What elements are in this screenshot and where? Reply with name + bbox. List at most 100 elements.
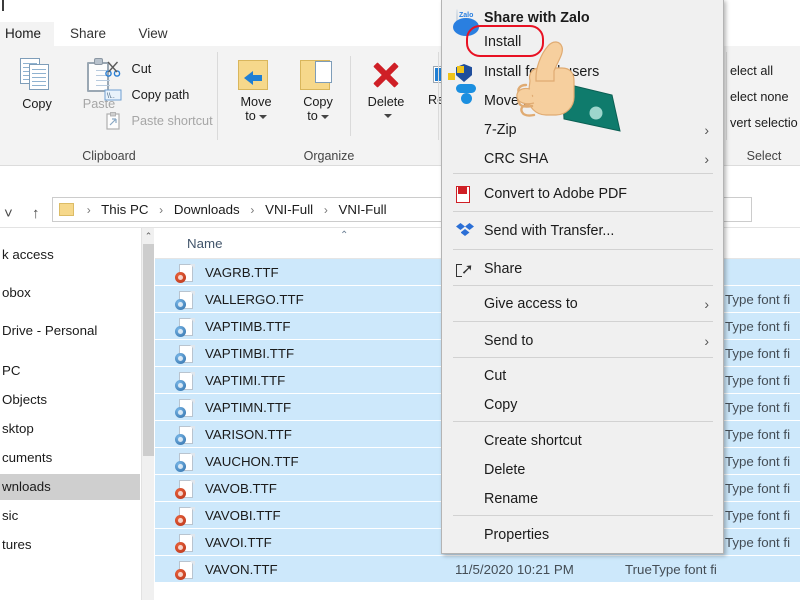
move-to-button[interactable]: Move to xyxy=(227,56,285,123)
truetype-font-file-icon xyxy=(175,345,195,364)
truetype-font-file-icon xyxy=(175,534,195,553)
menu-item-label: Properties xyxy=(484,527,550,543)
scissors-icon xyxy=(104,60,122,78)
breadcrumb-separator: › xyxy=(159,203,164,217)
file-type: Type font fi xyxy=(725,346,791,361)
arrow-up-icon[interactable]: ↑ xyxy=(32,205,40,222)
navigation-pane-scrollbar[interactable]: ⌃ xyxy=(141,228,154,600)
sidebar-item-desktop[interactable]: sktop xyxy=(0,416,140,442)
breadcrumb-item-0[interactable]: This PC xyxy=(101,202,148,217)
chevron-up-icon: ⌃ xyxy=(340,230,349,241)
tab-home[interactable]: Home xyxy=(0,22,54,46)
sidebar-item-documents[interactable]: cuments xyxy=(0,445,140,471)
file-name: VAVOBI.TTF xyxy=(205,508,281,523)
file-name: VAVON.TTF xyxy=(205,562,278,577)
file-type: TrueType font fi xyxy=(625,562,717,577)
menu-item-label: Copy xyxy=(484,397,518,413)
breadcrumb-item-3[interactable]: VNI-Full xyxy=(339,202,387,217)
chevron-up-icon[interactable]: ⌃ xyxy=(142,228,155,244)
copy-button[interactable]: Copy xyxy=(8,58,66,111)
ribbon-divider xyxy=(217,52,218,140)
truetype-font-file-icon xyxy=(175,561,195,580)
breadcrumb-separator: › xyxy=(323,203,328,217)
file-type: Type font fi xyxy=(725,454,791,469)
breadcrumb-item-2[interactable]: VNI-Full xyxy=(265,202,313,217)
sidebar-item-music[interactable]: sic xyxy=(0,503,140,529)
ribbon-group-organize: Move to Copy to Delete Organize xyxy=(219,46,476,166)
sidebar-item-quick-access[interactable]: k access xyxy=(0,242,140,268)
file-name: VAPTIMBI.TTF xyxy=(205,346,295,361)
truetype-font-file-icon xyxy=(175,264,195,283)
truetype-font-file-icon xyxy=(175,318,195,337)
file-name: VAGRB.TTF xyxy=(205,265,279,280)
menu-item-label: Send with Transfer... xyxy=(484,223,615,239)
menu-item-properties[interactable]: Properties xyxy=(442,517,723,554)
ribbon-divider xyxy=(438,52,439,140)
sidebar-item-pictures[interactable]: tures xyxy=(0,532,140,558)
move-to-button-label2: to xyxy=(227,109,285,123)
sidebar-item-3d-objects[interactable]: Objects xyxy=(0,387,140,413)
file-name: VAVOI.TTF xyxy=(205,535,272,550)
menu-item-label: Rename xyxy=(484,491,539,507)
tab-share[interactable]: Share xyxy=(58,22,118,46)
cut-button-label: Cut xyxy=(131,62,152,76)
truetype-font-file-icon xyxy=(175,507,195,526)
file-name: VAVOB.TTF xyxy=(205,481,277,496)
move-to-icon xyxy=(236,56,276,92)
sidebar-item-this-pc[interactable]: PC xyxy=(0,358,140,384)
shield-icon xyxy=(448,64,474,82)
delete-button[interactable]: Delete xyxy=(355,58,417,122)
menu-item-convert-to-adobe-pdf[interactable]: Convert to Adobe PDF xyxy=(442,176,723,213)
file-type: Type font fi xyxy=(725,400,791,415)
menu-separator xyxy=(453,421,713,422)
ribbon-divider xyxy=(350,56,351,136)
sidebar-item-downloads[interactable]: wnloads xyxy=(0,474,140,500)
delete-caret xyxy=(355,108,417,122)
menu-item-share[interactable]: ➚ Share xyxy=(442,251,723,288)
file-explorer-window: Home Share View Copy Paste Cut \\.. Copy… xyxy=(0,0,800,600)
select-all-button[interactable]: elect all xyxy=(730,60,773,82)
sidebar-item-onedrive[interactable]: Drive - Personal xyxy=(0,318,140,344)
sidebar-item-dropbox[interactable]: obox xyxy=(0,280,140,306)
menu-item-send-with-transfer[interactable]: Send with Transfer... xyxy=(442,213,723,250)
menu-item-give-access-to[interactable]: Give access to › xyxy=(442,286,723,323)
chevron-right-icon: › xyxy=(704,333,709,349)
file-type: Type font fi xyxy=(725,292,791,307)
move-to-button-label: Move xyxy=(240,95,272,109)
chevron-down-icon[interactable]: ˅ xyxy=(4,205,13,222)
select-none-button[interactable]: elect none xyxy=(730,86,789,108)
copy-to-button-label2: to xyxy=(289,109,347,123)
tab-view[interactable]: View xyxy=(124,22,182,46)
file-type: Type font fi xyxy=(725,481,791,496)
paste-shortcut-icon xyxy=(104,111,122,130)
table-row[interactable]: VAVON.TTF 11/5/2020 10:21 PM TrueType fo… xyxy=(155,556,800,583)
menu-separator xyxy=(453,249,713,250)
menu-item-copy[interactable]: Copy xyxy=(442,387,723,424)
copy-icon xyxy=(20,58,54,94)
cut-button[interactable]: Cut xyxy=(104,58,151,80)
invert-selection-button[interactable]: vert selectio xyxy=(730,112,798,134)
file-name: VAPTIMB.TTF xyxy=(205,319,291,334)
truetype-font-file-icon xyxy=(175,426,195,445)
breadcrumb-separator: › xyxy=(86,203,91,217)
svg-text:\\..: \\.. xyxy=(107,93,115,100)
menu-item-label: Convert to Adobe PDF xyxy=(484,186,628,202)
menu-item-rename[interactable]: Rename xyxy=(442,481,723,518)
folder-icon xyxy=(59,202,74,216)
paste-shortcut-button[interactable]: Paste shortcut xyxy=(104,110,213,132)
scrollbar-thumb[interactable] xyxy=(143,244,154,456)
copy-path-button[interactable]: \\.. Copy path xyxy=(104,84,189,106)
file-name: VARISON.TTF xyxy=(205,427,292,442)
copy-to-button[interactable]: Copy to xyxy=(289,56,347,123)
copy-path-button-label: Copy path xyxy=(131,88,190,102)
menu-separator xyxy=(453,515,713,516)
breadcrumb-item-1[interactable]: Downloads xyxy=(174,202,240,217)
file-type: Type font fi xyxy=(725,427,791,442)
column-header-name[interactable]: Name xyxy=(187,228,222,259)
ribbon-group-label-organize: Organize xyxy=(303,149,355,163)
truetype-font-file-icon xyxy=(175,453,195,472)
copy-path-icon: \\.. xyxy=(104,86,122,104)
file-name: VAUCHON.TTF xyxy=(205,454,299,469)
cloud-icon xyxy=(456,84,476,111)
menu-item-send-to[interactable]: Send to › xyxy=(442,323,723,360)
